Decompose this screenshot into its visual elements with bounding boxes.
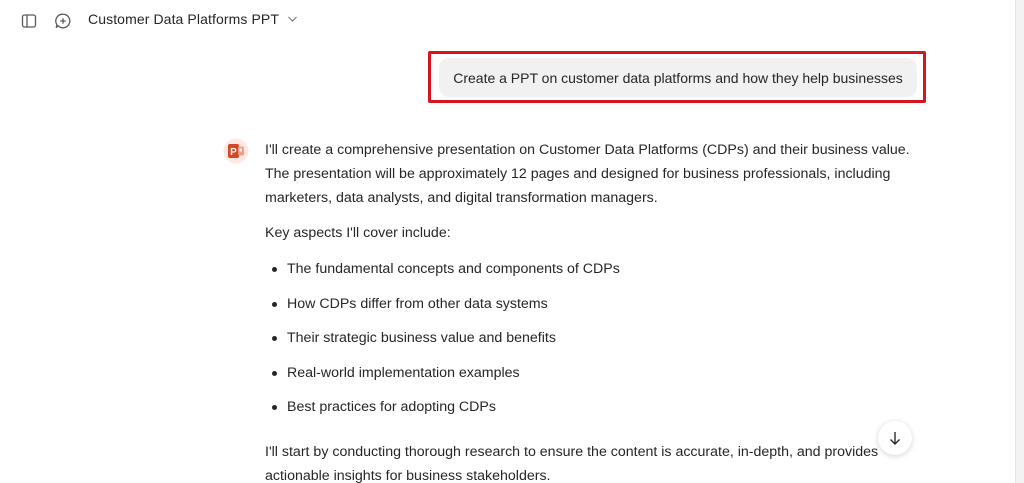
key-aspects-heading: Key aspects I'll cover include: — [265, 225, 451, 241]
arrow-down-icon — [890, 432, 900, 445]
sidebar-toggle-icon[interactable] — [18, 10, 40, 32]
list-item: Best practices for adopting CDPs — [265, 395, 915, 430]
highlight-box — [428, 51, 926, 103]
assistant-message: I'll create a comprehensive presentation… — [265, 138, 915, 483]
new-chat-icon[interactable] — [52, 10, 74, 32]
list-item: Real-world implementation examples — [265, 361, 915, 396]
assistant-closing: I'll start by conducting thorough resear… — [265, 443, 879, 483]
assistant-intro: I'll create a comprehensive presentation… — [265, 142, 910, 206]
list-item: Their strategic business value and benef… — [265, 326, 915, 361]
powerpoint-icon: P — [223, 138, 249, 164]
conversation-title[interactable]: Customer Data Platforms PPT — [88, 11, 298, 27]
scroll-to-bottom-button[interactable] — [878, 421, 912, 455]
list-item: The fundamental concepts and components … — [265, 257, 915, 292]
key-aspects-list: The fundamental concepts and components … — [265, 257, 915, 430]
svg-text:P: P — [230, 147, 237, 158]
top-bar: Customer Data Platforms PPT — [0, 0, 1000, 42]
chat-window: Customer Data Platforms PPT Create a PPT… — [0, 0, 1024, 483]
conversation-title-text: Customer Data Platforms PPT — [88, 11, 279, 27]
window-edge — [1015, 0, 1024, 483]
list-item: How CDPs differ from other data systems — [265, 292, 915, 327]
chevron-down-icon — [288, 16, 297, 22]
